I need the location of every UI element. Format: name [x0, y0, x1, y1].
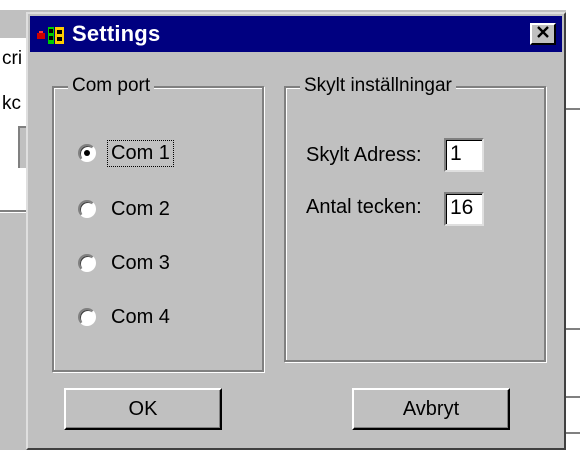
- cancel-button[interactable]: Avbryt: [352, 388, 510, 430]
- radio-selected-dot: [84, 150, 90, 156]
- radio-label: Com 2: [111, 197, 170, 220]
- background-text: kc: [2, 93, 21, 114]
- close-icon: [536, 25, 550, 43]
- dialog-title: Settings: [72, 21, 161, 46]
- antal-tecken-input[interactable]: 16: [444, 192, 484, 226]
- app-icon: [36, 24, 66, 46]
- background-right-panel: [566, 10, 580, 450]
- radio-com4[interactable]: Com 4: [78, 302, 173, 332]
- radio-button[interactable]: [78, 254, 96, 272]
- radio-com2[interactable]: Com 2: [78, 194, 173, 224]
- background-divider: [566, 396, 580, 398]
- radio-label: Com 3: [111, 251, 170, 274]
- antal-tecken-label: Antal tecken:: [306, 196, 422, 218]
- radio-button[interactable]: [78, 144, 96, 162]
- radio-button[interactable]: [78, 308, 96, 326]
- radio-com1[interactable]: Com 1: [78, 138, 174, 168]
- radio-button[interactable]: [78, 200, 96, 218]
- com-port-group: Com port Com 1 Com 2 Com 3 Com 4: [52, 75, 264, 372]
- radio-com3[interactable]: Com 3: [78, 248, 173, 278]
- com-port-legend: Com port: [68, 75, 155, 97]
- radio-label: Com 1: [107, 139, 174, 167]
- title-bar[interactable]: Settings: [30, 16, 562, 52]
- background-divider: [566, 328, 580, 330]
- skylt-adress-input[interactable]: 1: [444, 138, 484, 172]
- settings-dialog: Settings Com port Com 1 Com 2 Com 3 Com …: [26, 12, 566, 450]
- radio-label: Com 4: [111, 305, 170, 328]
- background-divider: [566, 108, 580, 110]
- skylt-settings-group: Skylt inställningar Skylt Adress: 1 Anta…: [284, 75, 546, 362]
- skylt-settings-legend: Skylt inställningar: [300, 75, 456, 97]
- background-edge: [0, 0, 580, 10]
- background-divider: [566, 432, 580, 434]
- background-text: cri: [2, 48, 23, 69]
- skylt-adress-label: Skylt Adress:: [306, 144, 422, 166]
- ok-button[interactable]: OK: [64, 388, 222, 430]
- close-button[interactable]: [530, 23, 556, 45]
